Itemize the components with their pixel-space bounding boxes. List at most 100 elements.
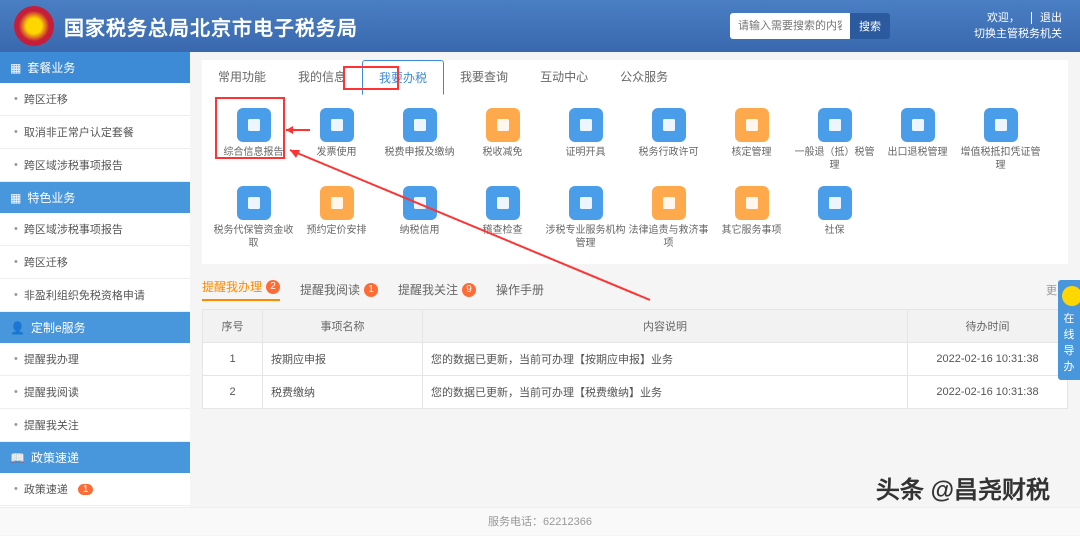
sidebar-head-eservice[interactable]: 👤 定制e服务	[0, 312, 190, 343]
assist-avatar-icon	[1062, 286, 1080, 306]
badge: 9	[462, 283, 476, 297]
service-icon-label: 法律追责与救济事项	[627, 224, 710, 250]
badge: 1	[78, 484, 94, 495]
reminder-tab-read[interactable]: 提醒我阅读 1	[300, 281, 378, 298]
search-button[interactable]: 搜索	[850, 13, 890, 39]
service-icon-cell[interactable]: 税务行政许可	[627, 108, 710, 172]
service-icon-label: 税费申报及缴纳	[378, 146, 461, 159]
reminder-tab-manual[interactable]: 操作手册	[496, 281, 544, 298]
sidebar-head-package[interactable]: ▦ 套餐业务	[0, 52, 190, 83]
service-icon	[984, 108, 1018, 142]
sidebar-item[interactable]: 提醒我关注	[0, 409, 190, 442]
sidebar-item[interactable]: 跨区迁移	[0, 246, 190, 279]
service-icon	[652, 108, 686, 142]
th-name: 事项名称	[263, 310, 423, 343]
service-icon-cell[interactable]: 核定管理	[710, 108, 793, 172]
tab-public[interactable]: 公众服务	[604, 60, 684, 94]
book-icon: 📖	[10, 451, 25, 465]
service-icon-cell[interactable]: 综合信息报告	[212, 108, 295, 172]
service-icon	[569, 186, 603, 220]
user-area: 欢迎， 退出 切换主管税务机关	[970, 10, 1066, 42]
table-row[interactable]: 2税费缴纳您的数据已更新，当前可办理【税费缴纳】业务2022-02-16 10:…	[203, 376, 1068, 409]
service-icon-cell[interactable]: 其它服务事项	[710, 186, 793, 250]
sidebar-head-feature[interactable]: ▦ 特色业务	[0, 182, 190, 213]
service-icon-label: 稽查检查	[461, 224, 544, 237]
welcome-text: 欢迎，	[987, 12, 1020, 24]
service-icon-cell[interactable]: 社保	[793, 186, 876, 250]
service-icon	[403, 108, 437, 142]
service-icon	[237, 186, 271, 220]
tab-myinfo[interactable]: 我的信息	[282, 60, 362, 94]
service-icon-cell[interactable]: 出口退税管理	[876, 108, 959, 172]
service-icon-label: 预约定价安排	[295, 224, 378, 237]
tab-query[interactable]: 我要查询	[444, 60, 524, 94]
service-icon-label: 出口退税管理	[876, 146, 959, 159]
service-icon	[818, 108, 852, 142]
sidebar-item[interactable]: 跨区迁移	[0, 83, 190, 116]
service-icon-cell[interactable]: 增值税抵扣凭证管理	[959, 108, 1042, 172]
search-input[interactable]	[730, 13, 850, 39]
person-icon: 👤	[10, 321, 25, 335]
assist-label: 在线导办	[1062, 310, 1076, 374]
service-icon-cell[interactable]: 税费申报及缴纳	[378, 108, 461, 172]
service-icon-cell[interactable]: 一般退（抵）税管理	[793, 108, 876, 172]
th-desc: 内容说明	[423, 310, 908, 343]
service-icon-label: 纳税信用	[378, 224, 461, 237]
switch-auth-link[interactable]: 切换主管税务机关	[974, 28, 1062, 40]
service-icon-label: 综合信息报告	[212, 146, 295, 159]
service-icon-cell[interactable]: 发票使用	[295, 108, 378, 172]
service-icon-cell[interactable]: 税收减免	[461, 108, 544, 172]
grid-icon: ▦	[10, 61, 21, 75]
main-tabs: 常用功能 我的信息 我要办税 我要查询 互动中心 公众服务	[202, 60, 1068, 95]
th-no: 序号	[203, 310, 263, 343]
sidebar-head-policy[interactable]: 📖 政策速递	[0, 442, 190, 473]
reminder-table: 序号 事项名称 内容说明 待办时间 1按期应申报您的数据已更新，当前可办理【按期…	[202, 309, 1068, 409]
service-icon	[735, 108, 769, 142]
sidebar-item[interactable]: 跨区域涉税事项报告	[0, 213, 190, 246]
footer: 服务电话：62212366	[0, 507, 1080, 535]
service-icon-label: 社保	[793, 224, 876, 237]
site-title: 国家税务总局北京市电子税务局	[64, 12, 358, 41]
logout-link[interactable]: 退出	[1040, 12, 1062, 24]
tab-handle-tax[interactable]: 我要办税	[362, 60, 444, 95]
service-icon-cell[interactable]: 税务代保管资金收取	[212, 186, 295, 250]
sidebar-item[interactable]: 取消非正常户认定套餐	[0, 116, 190, 149]
sidebar-item[interactable]: 提醒我办理	[0, 343, 190, 376]
service-icon-cell[interactable]: 证明开具	[544, 108, 627, 172]
service-icon-label: 发票使用	[295, 146, 378, 159]
reminder-tab-follow[interactable]: 提醒我关注 9	[398, 281, 476, 298]
tab-interact[interactable]: 互动中心	[524, 60, 604, 94]
sidebar: ▦ 套餐业务 跨区迁移 取消非正常户认定套餐 跨区域涉税事项报告 ▦ 特色业务 …	[0, 52, 190, 507]
service-icon	[320, 108, 354, 142]
tab-common[interactable]: 常用功能	[202, 60, 282, 94]
service-icon-cell[interactable]: 纳税信用	[378, 186, 461, 250]
search-wrap: 搜索	[730, 13, 890, 39]
service-icon-label: 一般退（抵）税管理	[793, 146, 876, 172]
service-icon-label: 证明开具	[544, 146, 627, 159]
service-icon-cell[interactable]: 稽查检查	[461, 186, 544, 250]
reminder-tab-handle[interactable]: 提醒我办理 2	[202, 278, 280, 301]
table-row[interactable]: 1按期应申报您的数据已更新，当前可办理【按期应申报】业务2022-02-16 1…	[203, 343, 1068, 376]
sidebar-item[interactable]: 跨区域涉税事项报告	[0, 149, 190, 182]
service-grid: 综合信息报告发票使用税费申报及缴纳税收减免证明开具税务行政许可核定管理一般退（抵…	[202, 94, 1068, 264]
sidebar-item[interactable]: 提醒我阅读	[0, 376, 190, 409]
sidebar-head-label: 套餐业务	[27, 59, 75, 76]
badge: 1	[364, 283, 378, 297]
sidebar-head-label: 定制e服务	[31, 319, 86, 336]
service-icon	[569, 108, 603, 142]
service-icon-label: 税务行政许可	[627, 146, 710, 159]
service-icon-cell[interactable]: 预约定价安排	[295, 186, 378, 250]
service-icon-label: 税务代保管资金收取	[212, 224, 295, 250]
sidebar-item[interactable]: 非盈利组织免税资格申请	[0, 279, 190, 312]
floating-assist[interactable]: 在线导办	[1058, 280, 1080, 380]
sidebar-item[interactable]: 政策速递1	[0, 473, 190, 506]
sidebar-head-label: 特色业务	[27, 189, 75, 206]
service-icon	[818, 186, 852, 220]
watermark: 头条 @昌尧财税	[876, 470, 1050, 505]
service-icon	[652, 186, 686, 220]
service-icon-cell[interactable]: 涉税专业服务机构管理	[544, 186, 627, 250]
service-icon	[486, 108, 520, 142]
badge: 2	[266, 280, 280, 294]
service-icon-cell[interactable]: 法律追责与救济事项	[627, 186, 710, 250]
service-icon-label: 增值税抵扣凭证管理	[959, 146, 1042, 172]
